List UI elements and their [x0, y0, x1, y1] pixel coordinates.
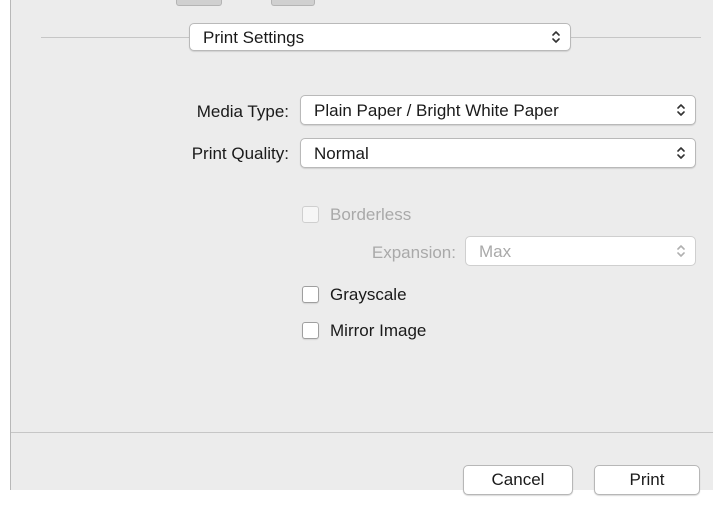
divider-right: [571, 37, 701, 38]
preset-popup[interactable]: Print Settings: [189, 23, 571, 51]
media-type-label: Media Type:: [196, 102, 289, 121]
up-down-chevron-icon: [676, 102, 686, 118]
toolbar-stub-left: [176, 0, 222, 6]
divider-left: [41, 37, 191, 38]
mirror-image-label: Mirror Image: [330, 321, 427, 340]
print-quality-value: Normal: [314, 143, 369, 163]
up-down-chevron-icon: [551, 29, 561, 45]
expansion-label: Expansion:: [371, 243, 456, 262]
media-type-popup[interactable]: Plain Paper / Bright White Paper: [300, 95, 696, 125]
expansion-popup[interactable]: Max: [465, 236, 696, 266]
preset-popup-value: Print Settings: [203, 27, 305, 47]
mirror-image-checkbox[interactable]: [302, 322, 319, 339]
print-quality-label: Print Quality:: [191, 144, 289, 163]
toolbar-stub-right: [271, 0, 315, 6]
up-down-chevron-icon: [676, 145, 686, 161]
expansion-value: Max: [479, 241, 512, 261]
print-button[interactable]: Print: [594, 465, 700, 495]
print-dialog-panel: Print Settings Media Type: Plain Paper /…: [10, 0, 713, 495]
cancel-button[interactable]: Cancel: [463, 465, 573, 495]
print-quality-popup[interactable]: Normal: [300, 138, 696, 168]
borderless-checkbox[interactable]: [302, 206, 319, 223]
borderless-label: Borderless: [330, 205, 412, 224]
grayscale-checkbox[interactable]: [302, 286, 319, 303]
media-type-value: Plain Paper / Bright White Paper: [314, 100, 559, 120]
grayscale-label: Grayscale: [330, 285, 407, 304]
footer-divider: [11, 432, 713, 433]
up-down-chevron-icon: [676, 243, 686, 259]
